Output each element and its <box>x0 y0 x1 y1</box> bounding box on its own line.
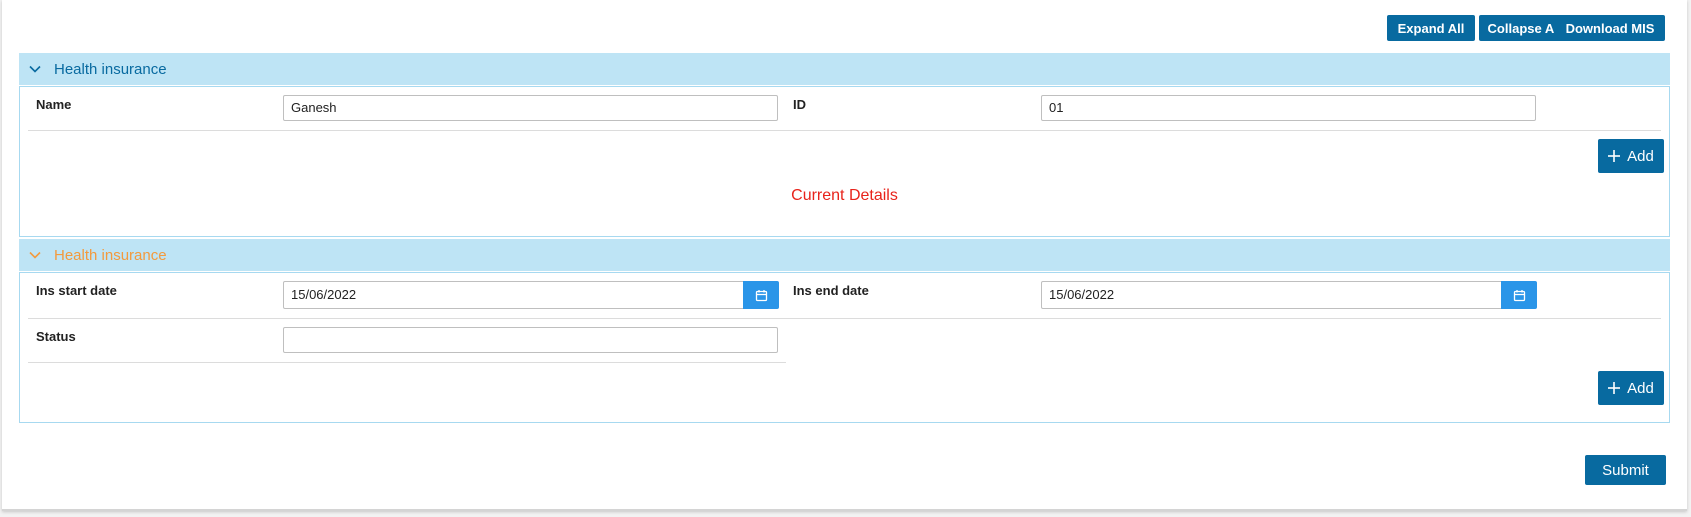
add-button-2[interactable]: Add <box>1598 371 1664 405</box>
section-title: Health insurance <box>54 246 167 264</box>
expand-all-button[interactable]: Expand All <box>1387 15 1475 41</box>
download-mis-button[interactable]: Download MIS <box>1555 15 1665 41</box>
section-header-health-insurance-2[interactable]: Health insurance <box>19 239 1670 271</box>
divider <box>28 362 786 363</box>
chevron-down-icon <box>29 251 41 259</box>
status-field[interactable] <box>283 327 778 353</box>
ins-end-date-label: Ins end date <box>793 283 869 298</box>
id-field[interactable]: 01 <box>1041 95 1536 121</box>
current-details-text: Current Details <box>791 187 898 204</box>
id-label: ID <box>793 97 806 112</box>
ins-end-date-field[interactable]: 15/06/2022 <box>1041 281 1504 309</box>
section-title: Health insurance <box>54 60 167 78</box>
section-header-health-insurance[interactable]: Health insurance <box>19 53 1670 85</box>
submit-button[interactable]: Submit <box>1585 455 1666 485</box>
add-label: Add <box>1627 147 1654 165</box>
add-label: Add <box>1627 379 1654 397</box>
name-field[interactable]: Ganesh <box>283 95 778 121</box>
status-label: Status <box>36 329 76 344</box>
add-button[interactable]: Add <box>1598 139 1664 173</box>
plus-icon <box>1608 150 1621 162</box>
ins-start-date-field[interactable]: 15/06/2022 <box>283 281 746 309</box>
calendar-icon <box>755 289 767 301</box>
toolbar: Expand All Collapse All Download MIS <box>1367 15 1687 41</box>
end-date-calendar-button[interactable] <box>1501 281 1537 309</box>
start-date-calendar-button[interactable] <box>743 281 779 309</box>
divider <box>28 318 1661 319</box>
chevron-down-icon <box>29 65 41 73</box>
ins-start-date-label: Ins start date <box>36 283 117 298</box>
name-label: Name <box>36 97 72 112</box>
plus-icon <box>1608 382 1621 394</box>
divider <box>28 130 1661 131</box>
section-body-health-insurance-2: Ins start date 15/06/2022 Ins end date 1… <box>19 272 1670 423</box>
calendar-icon <box>1513 289 1525 301</box>
form-card: Expand All Collapse All Download MIS Hea… <box>2 0 1687 511</box>
section-body-health-insurance: Name Ganesh ID 01 Add Current Details <box>19 86 1670 237</box>
